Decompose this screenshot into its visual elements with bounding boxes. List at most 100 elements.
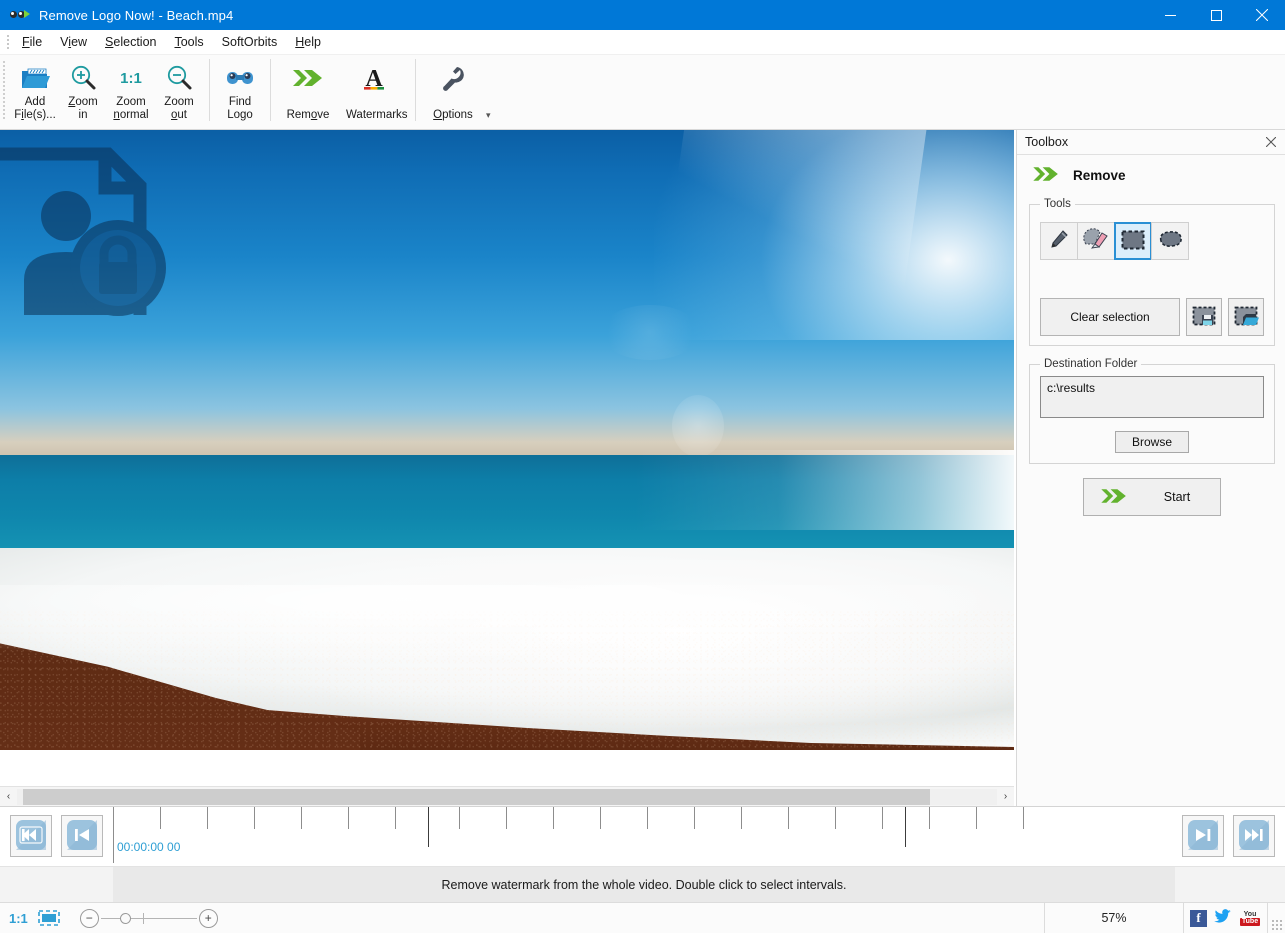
close-icon[interactable] — [1263, 134, 1279, 150]
zoom-normal-ratio-text: 1:1 — [120, 70, 142, 87]
facebook-icon[interactable]: f — [1190, 910, 1207, 927]
find-logo-button[interactable]: Find Logo — [216, 57, 264, 127]
minimize-icon[interactable] — [1147, 0, 1193, 30]
sand-grain-texture — [0, 610, 1014, 750]
ribbon-group-options: Options ▾ — [420, 55, 493, 127]
timeline-ruler[interactable]: 00:00:00 00 — [113, 807, 1182, 863]
video-preview-canvas[interactable] — [0, 130, 1014, 785]
browse-row: Browse — [1040, 431, 1264, 453]
zoom-out-button[interactable]: − — [80, 909, 99, 928]
toolbox-body: Remove Tools — [1017, 155, 1285, 516]
menu-item-file[interactable]: File — [13, 32, 51, 52]
fit-to-window-icon[interactable] — [38, 910, 60, 926]
ruler-tick — [207, 807, 208, 829]
youtube-icon[interactable]: You Tube — [1239, 910, 1261, 927]
youtube-icon-top: You — [1244, 911, 1257, 918]
twitter-icon[interactable] — [1214, 909, 1232, 927]
menu-bar: File View Selection Tools SoftOrbits Hel… — [0, 30, 1285, 55]
open-folder-icon — [20, 63, 50, 93]
ruler-tick — [835, 807, 836, 829]
watermarks-button[interactable]: A Watermarks — [339, 57, 409, 127]
destination-folder-label: Destination Folder — [1040, 358, 1141, 370]
ribbon-drag-grip[interactable] — [0, 55, 9, 127]
ruler-tick — [788, 807, 789, 829]
freeform-select-tool-button[interactable] — [1151, 222, 1189, 260]
timeline-left-buttons — [10, 815, 103, 857]
status-bar: 1:1 − + 57% f You — [0, 902, 1285, 933]
destination-folder-input[interactable] — [1040, 376, 1264, 418]
zoom-normal-button[interactable]: 1:1 Zoomnormal — [107, 57, 155, 127]
status-ratio-label[interactable]: 1:1 — [9, 911, 28, 926]
scrollbar-track[interactable] — [17, 789, 997, 805]
menu-item-file-rest: ile — [30, 35, 43, 49]
start-button[interactable]: Start — [1083, 478, 1221, 516]
zoom-slider-track[interactable] — [101, 918, 197, 919]
ruler-tick — [506, 807, 507, 829]
zoom-slider[interactable]: − + — [80, 909, 218, 928]
ribbon-separator-3 — [415, 59, 416, 121]
step-back-icon — [66, 819, 98, 854]
wrench-icon — [440, 63, 466, 93]
ribbon-expand-chevron-icon[interactable]: ▾ — [486, 110, 491, 121]
menu-item-softorbits[interactable]: SoftOrbits — [213, 32, 287, 52]
zoom-in-button[interactable]: + — [199, 909, 218, 928]
scrollbar-thumb[interactable] — [23, 789, 930, 805]
menu-item-selection[interactable]: Selection — [96, 32, 165, 52]
canvas-horizontal-scrollbar[interactable]: ‹ › — [0, 786, 1014, 806]
window-title: Remove Logo Now! - Beach.mp4 — [39, 8, 233, 23]
resize-grip[interactable] — [1268, 903, 1285, 933]
start-button-label: Start — [1134, 490, 1220, 504]
options-button[interactable]: Options — [422, 57, 484, 127]
application-window: Remove Logo Now! - Beach.mp4 File View S… — [0, 0, 1285, 933]
lasso-icon — [1157, 229, 1183, 254]
toolbox-panel: Toolbox Remove Tools — [1016, 130, 1285, 806]
toolbox-section-title: Remove — [1073, 168, 1126, 183]
binoculars-icon — [225, 63, 255, 93]
clear-selection-button[interactable]: Clear selection — [1040, 298, 1180, 336]
zoom-out-button[interactable]: Zoomout — [155, 57, 203, 127]
browse-button[interactable]: Browse — [1115, 431, 1189, 453]
next-frame-button[interactable] — [1182, 815, 1224, 857]
scroll-left-arrow-icon[interactable]: ‹ — [0, 788, 17, 806]
zoom-out-label: Zoomout — [151, 96, 207, 122]
ruler-tick — [694, 807, 695, 829]
pencil-icon — [1047, 228, 1071, 255]
save-selection-button[interactable] — [1186, 298, 1222, 336]
previous-frame-button[interactable] — [61, 815, 103, 857]
eraser-tool-button[interactable] — [1077, 222, 1115, 260]
menu-item-tools[interactable]: Tools — [165, 32, 212, 52]
ribbon-toolbar: Add File(s)... Zoomin — [0, 55, 1285, 130]
ruler-tick-major — [905, 807, 906, 847]
add-files-button[interactable]: Add File(s)... — [11, 57, 59, 127]
zoom-out-icon — [165, 63, 193, 93]
ribbon-separator-1 — [209, 59, 210, 121]
menu-item-view[interactable]: View — [51, 32, 96, 52]
close-icon[interactable] — [1239, 0, 1285, 30]
maximize-icon[interactable] — [1193, 0, 1239, 30]
step-forward-icon — [1187, 819, 1219, 854]
skip-to-start-icon — [15, 819, 47, 854]
save-selection-icon — [1191, 305, 1217, 330]
menu-drag-grip[interactable] — [3, 33, 13, 51]
ruler-tick — [600, 807, 601, 829]
go-to-start-button[interactable] — [10, 815, 52, 857]
timeline-right-buttons — [1182, 815, 1275, 857]
destination-folder-group: Destination Folder Browse — [1029, 358, 1275, 464]
load-selection-button[interactable] — [1228, 298, 1264, 336]
go-to-end-button[interactable] — [1233, 815, 1275, 857]
brush-tool-button[interactable] — [1040, 222, 1078, 260]
remove-button[interactable]: Remove — [277, 57, 339, 127]
ruler-tick — [882, 807, 883, 829]
ruler-tick — [160, 807, 161, 829]
ruler-tick — [976, 807, 977, 829]
rectangle-select-tool-button[interactable] — [1114, 222, 1152, 260]
menu-item-help[interactable]: Help — [286, 32, 330, 52]
zoom-in-button[interactable]: Zoomin — [59, 57, 107, 127]
zoom-slider-knob[interactable] — [120, 913, 131, 924]
ruler-tick — [459, 807, 460, 829]
green-double-arrow-icon — [1029, 163, 1063, 188]
toolbox-header: Toolbox — [1017, 130, 1285, 155]
hint-strip[interactable]: Remove watermark from the whole video. D… — [113, 867, 1175, 902]
scroll-right-arrow-icon[interactable]: › — [997, 788, 1014, 806]
letter-a-icon: A — [359, 63, 389, 93]
